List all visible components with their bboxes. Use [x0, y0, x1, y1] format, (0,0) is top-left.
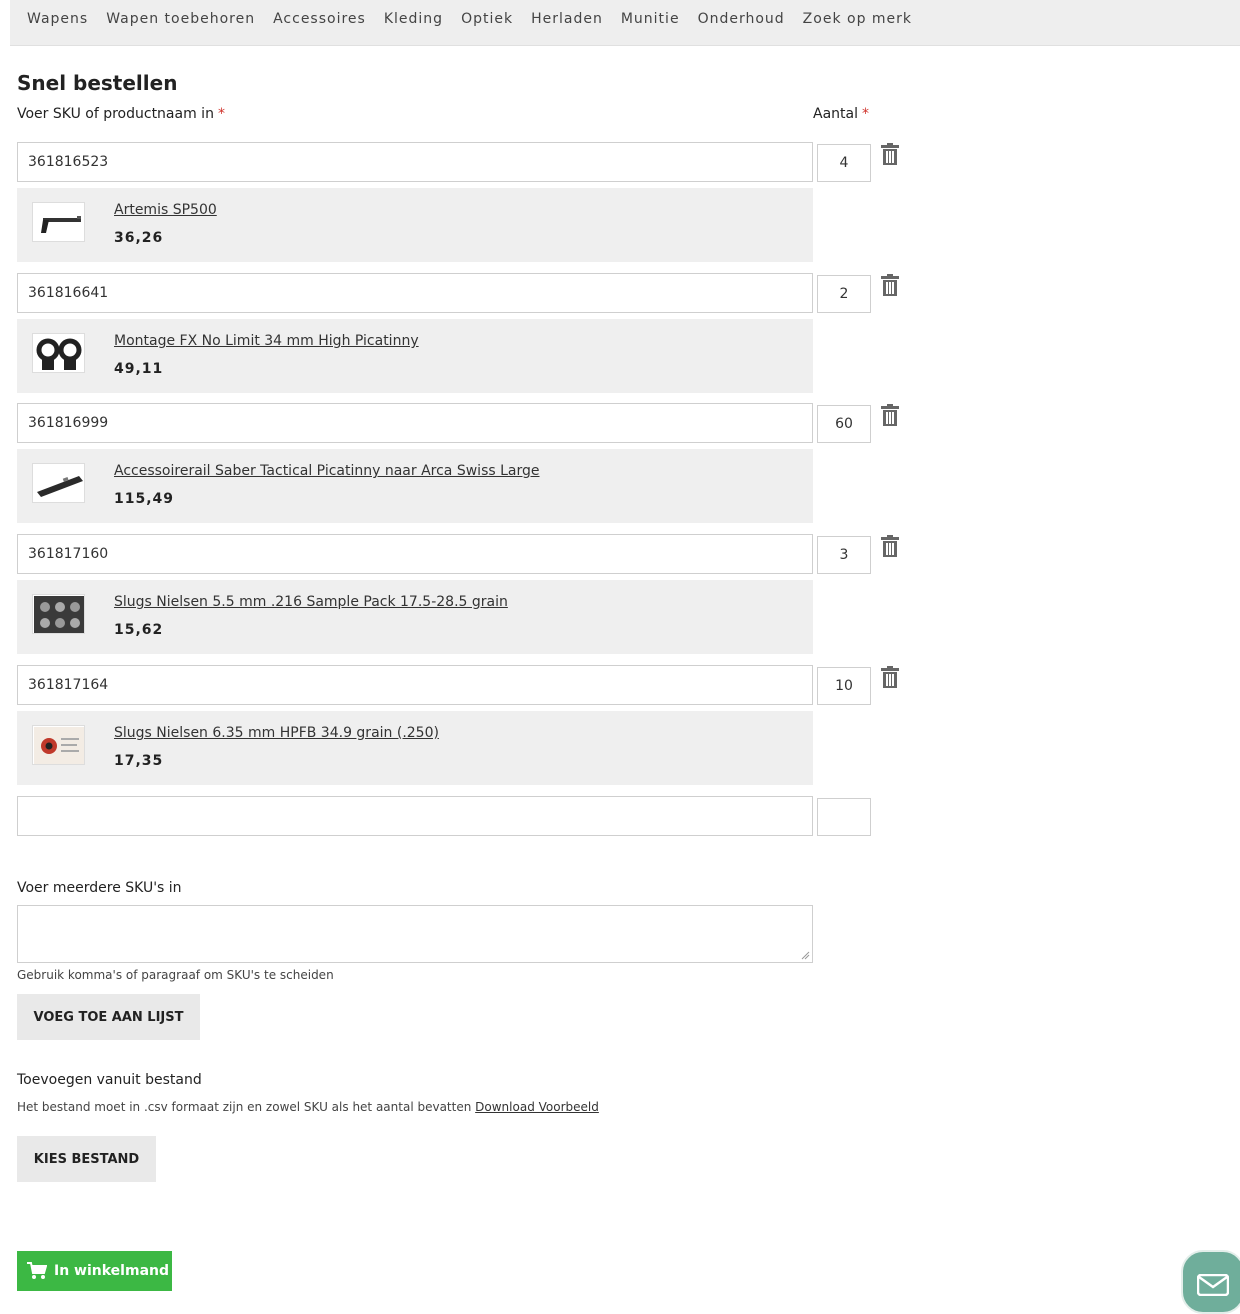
product-link[interactable]: Accessoirerail Saber Tactical Picatinny …: [114, 463, 540, 479]
file-upload-hint: Het bestand moet in .csv formaat zijn en…: [17, 1100, 599, 1114]
qty-input[interactable]: [817, 798, 871, 836]
product-price: 17,35: [114, 753, 164, 769]
qty-input[interactable]: 60: [817, 405, 871, 443]
qty-input[interactable]: 4: [817, 144, 871, 182]
sku-label: Voer SKU of productnaam in *: [17, 106, 225, 122]
sku-label-text: Voer SKU of productnaam in: [17, 106, 214, 122]
product-price: 36,26: [114, 230, 164, 246]
nav-item-wapen-toebehoren[interactable]: Wapen toebehoren: [106, 11, 255, 27]
rail-icon: [32, 463, 85, 503]
sample-pack-icon: [32, 594, 85, 634]
trash-icon[interactable]: [881, 143, 899, 165]
slug-box-icon: [32, 725, 85, 765]
download-example-link[interactable]: Download Voorbeeld: [475, 1100, 599, 1114]
sku-input[interactable]: 361816999: [17, 403, 813, 443]
product-price: 15,62: [114, 622, 164, 638]
sku-input[interactable]: [17, 796, 813, 836]
trash-icon[interactable]: [881, 274, 899, 296]
shopping-cart-icon: [27, 1262, 47, 1279]
product-price: 49,11: [114, 361, 164, 377]
product-card: Artemis SP500 36,26: [17, 188, 813, 262]
nav-item-zoek-op-merk[interactable]: Zoek op merk: [803, 11, 912, 27]
trash-icon[interactable]: [881, 535, 899, 557]
air-pistol-icon: [32, 202, 85, 242]
product-card: Montage FX No Limit 34 mm High Picatinny…: [17, 319, 813, 393]
page-title: Snel bestellen: [17, 71, 178, 95]
resize-grip-icon[interactable]: [801, 951, 810, 960]
sku-input[interactable]: 361816523: [17, 142, 813, 182]
product-card: Slugs Nielsen 6.35 mm HPFB 34.9 grain (.…: [17, 711, 813, 785]
qty-input[interactable]: 10: [817, 667, 871, 705]
qty-input[interactable]: 3: [817, 536, 871, 574]
nav-item-accessoires[interactable]: Accessoires: [273, 11, 366, 27]
multi-sku-textarea[interactable]: [17, 905, 813, 963]
qty-label: Aantal *: [813, 106, 869, 122]
envelope-icon: [1197, 1274, 1229, 1296]
required-mark: *: [862, 106, 869, 122]
product-card: Slugs Nielsen 5.5 mm .216 Sample Pack 17…: [17, 580, 813, 654]
multi-sku-label: Voer meerdere SKU's in: [17, 880, 182, 896]
sku-input[interactable]: 361817160: [17, 534, 813, 574]
nav-item-munitie[interactable]: Munitie: [621, 11, 680, 27]
nav-item-wapens[interactable]: Wapens: [27, 11, 88, 27]
qty-label-text: Aantal: [813, 106, 858, 122]
product-link[interactable]: Slugs Nielsen 5.5 mm .216 Sample Pack 17…: [114, 594, 508, 610]
file-upload-hint-text: Het bestand moet in .csv formaat zijn en…: [17, 1100, 472, 1114]
product-price: 115,49: [114, 491, 175, 507]
add-to-cart-label: In winkelmand: [54, 1263, 170, 1279]
nav-item-kleding[interactable]: Kleding: [384, 11, 443, 27]
product-link[interactable]: Montage FX No Limit 34 mm High Picatinny: [114, 333, 419, 349]
chat-widget-button[interactable]: [1181, 1250, 1240, 1314]
required-mark: *: [217, 106, 225, 122]
multi-sku-hint: Gebruik komma's of paragraaf om SKU's te…: [17, 968, 334, 982]
scope-rings-icon: [32, 333, 85, 373]
file-upload-label: Toevoegen vanuit bestand: [17, 1072, 202, 1088]
choose-file-button[interactable]: KIES BESTAND: [17, 1136, 156, 1182]
trash-icon[interactable]: [881, 404, 899, 426]
qty-input[interactable]: 2: [817, 275, 871, 313]
nav-item-onderhoud[interactable]: Onderhoud: [698, 11, 785, 27]
sku-input[interactable]: 361817164: [17, 665, 813, 705]
top-navigation: Wapens Wapen toebehoren Accessoires Kled…: [10, 0, 1240, 46]
product-link[interactable]: Slugs Nielsen 6.35 mm HPFB 34.9 grain (.…: [114, 725, 439, 741]
nav-item-herladen[interactable]: Herladen: [531, 11, 603, 27]
product-link[interactable]: Artemis SP500: [114, 202, 217, 218]
product-card: Accessoirerail Saber Tactical Picatinny …: [17, 449, 813, 523]
add-to-list-button[interactable]: VOEG TOE AAN LIJST: [17, 994, 200, 1040]
trash-icon[interactable]: [881, 666, 899, 688]
sku-input[interactable]: 361816641: [17, 273, 813, 313]
nav-item-optiek[interactable]: Optiek: [461, 11, 513, 27]
add-to-cart-button[interactable]: In winkelmand: [17, 1251, 172, 1291]
